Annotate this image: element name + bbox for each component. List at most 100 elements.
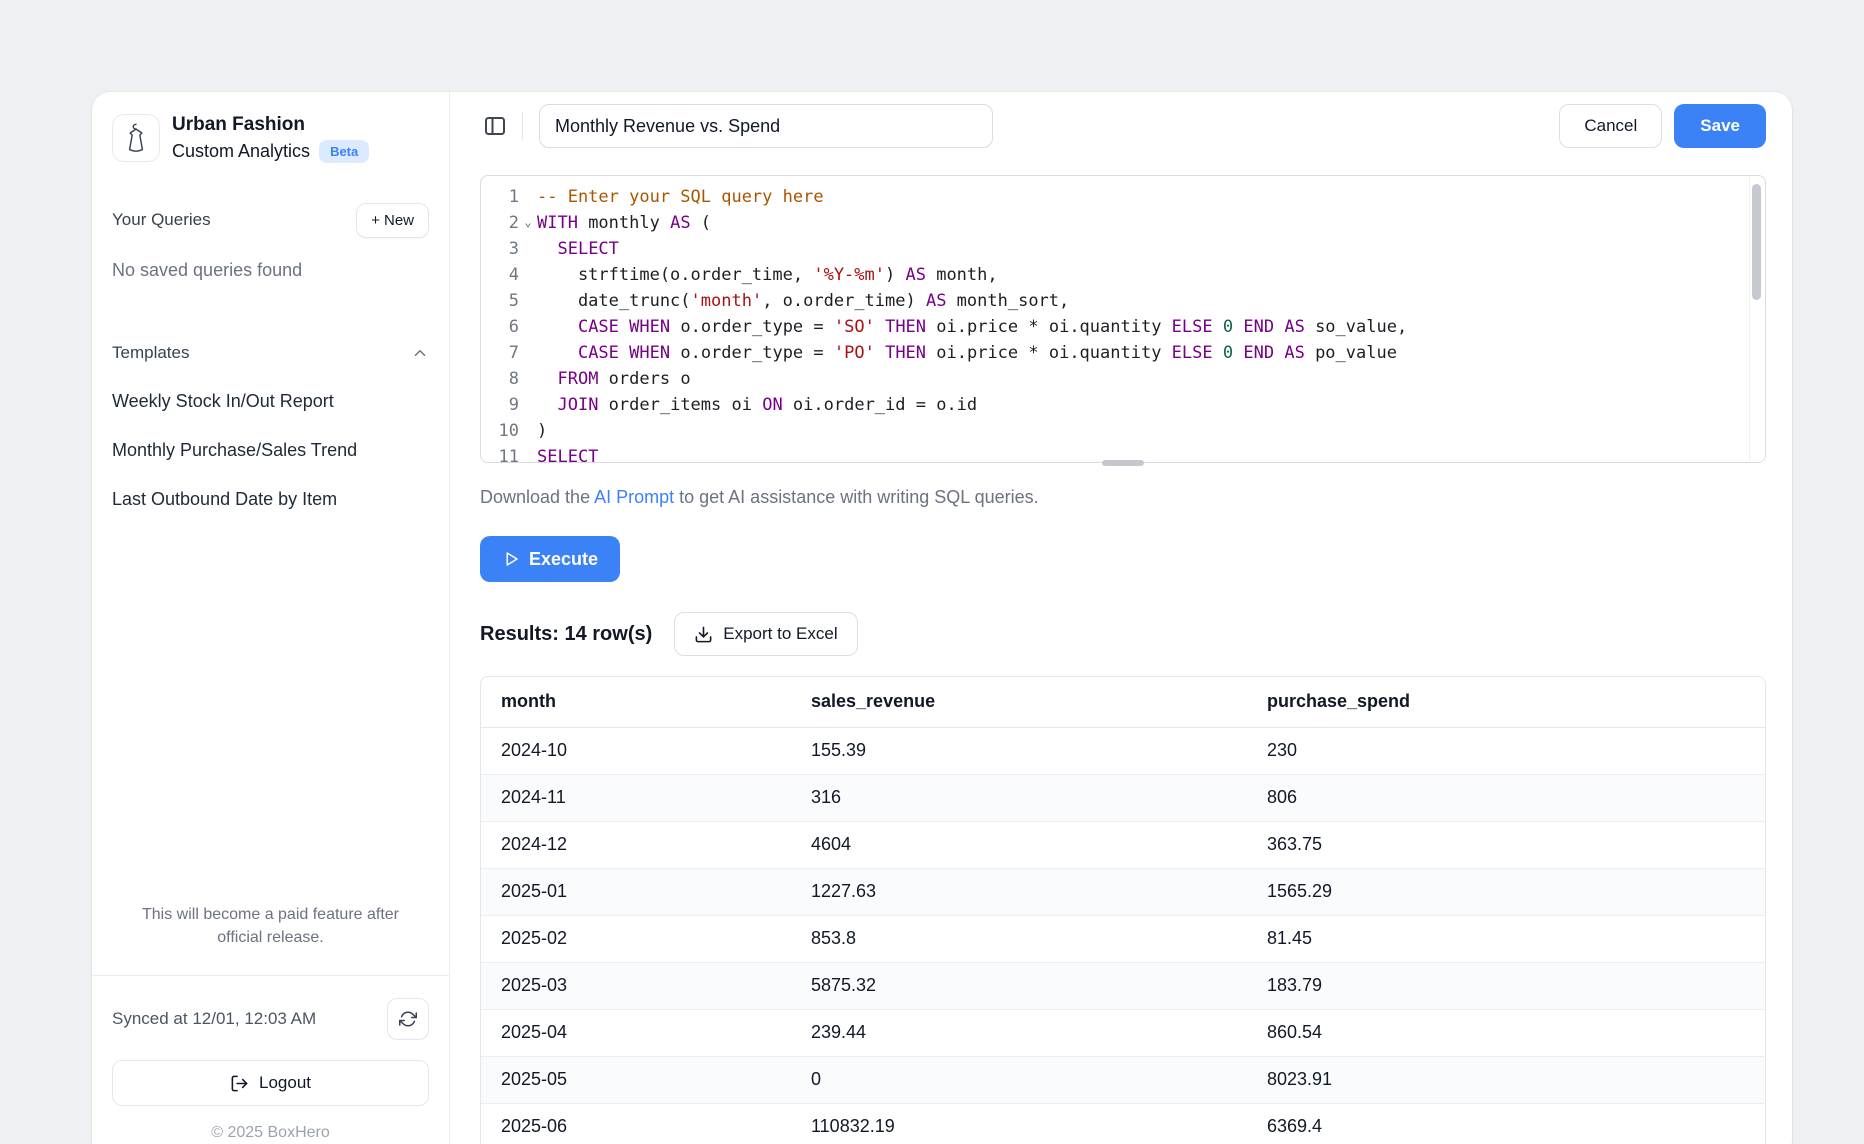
sql-editor-lines: 1-- Enter your SQL query here2⌄WITH mont… [481, 176, 1765, 463]
table-row: 2025-04239.44860.54 [481, 1009, 1765, 1056]
table-cell: 2025-02 [481, 915, 791, 962]
table-cell: 155.39 [791, 727, 1247, 774]
table-cell: 4604 [791, 821, 1247, 868]
line-number: 10 [481, 418, 519, 444]
topbar-divider [522, 112, 523, 140]
code-line: 3 SELECT [481, 236, 1765, 262]
save-button[interactable]: Save [1674, 104, 1766, 148]
export-to-excel-button[interactable]: Export to Excel [674, 612, 857, 656]
line-number: 7 [481, 340, 519, 366]
table-cell: 2025-06 [481, 1103, 791, 1144]
line-number: 4 [481, 262, 519, 288]
column-header: purchase_spend [1247, 677, 1765, 727]
sidebar-divider [92, 975, 449, 976]
table-cell: 2024-10 [481, 727, 791, 774]
templates-header[interactable]: Templates [112, 343, 429, 363]
table-cell: 230 [1247, 727, 1765, 774]
table-cell: 2025-05 [481, 1056, 791, 1103]
sync-status-text: Synced at 12/01, 12:03 AM [112, 1009, 316, 1029]
line-number: 6 [481, 314, 519, 340]
topbar: Cancel Save [480, 104, 1766, 148]
table-row: 2024-11316806 [481, 774, 1765, 821]
query-title-input[interactable] [539, 104, 993, 148]
table-cell: 860.54 [1247, 1009, 1765, 1056]
line-number: 1 [481, 184, 519, 210]
table-cell: 363.75 [1247, 821, 1765, 868]
line-number: 11 [481, 444, 519, 463]
table-cell: 81.45 [1247, 915, 1765, 962]
results-header: Results: 14 row(s) Export to Excel [480, 612, 1766, 656]
refresh-button[interactable] [387, 998, 429, 1040]
logout-icon [230, 1074, 249, 1093]
table-cell: 2025-04 [481, 1009, 791, 1056]
logout-label: Logout [259, 1073, 311, 1093]
table-row: 2025-02853.881.45 [481, 915, 1765, 962]
template-item-monthly-trend[interactable]: Monthly Purchase/Sales Trend [112, 426, 429, 475]
table-row: 2024-10155.39230 [481, 727, 1765, 774]
code-line: 10) [481, 418, 1765, 444]
code-line: 2⌄WITH monthly AS ( [481, 210, 1765, 236]
sidebar: Urban Fashion Custom Analytics Beta Your… [92, 92, 450, 1144]
table-cell: 2025-01 [481, 868, 791, 915]
table-cell: 1565.29 [1247, 868, 1765, 915]
play-icon [502, 550, 520, 568]
table-cell: 239.44 [791, 1009, 1247, 1056]
copyright-text: © 2025 BoxHero [112, 1124, 429, 1142]
sql-editor[interactable]: 1-- Enter your SQL query here2⌄WITH mont… [480, 175, 1766, 463]
app-window: Urban Fashion Custom Analytics Beta Your… [92, 92, 1792, 1144]
results-table: monthsales_revenuepurchase_spend 2024-10… [480, 676, 1766, 1144]
ai-note-prefix: Download the [480, 487, 594, 507]
ai-prompt-link[interactable]: AI Prompt [594, 487, 674, 507]
line-number: 8 [481, 366, 519, 392]
template-item-last-outbound[interactable]: Last Outbound Date by Item [112, 475, 429, 524]
refresh-icon [399, 1010, 417, 1028]
paid-feature-note: This will become a paid feature after of… [140, 903, 402, 949]
cancel-button[interactable]: Cancel [1559, 104, 1662, 148]
editor-scrollbar-thumb[interactable] [1752, 184, 1761, 300]
code-line: 6 CASE WHEN o.order_type = 'SO' THEN oi.… [481, 314, 1765, 340]
ai-note-suffix: to get AI assistance with writing SQL qu… [674, 487, 1039, 507]
line-number: 2 [481, 210, 519, 236]
sidebar-toggle-button[interactable] [480, 111, 510, 141]
code-line: 8 FROM orders o [481, 366, 1765, 392]
code-line: 4 strftime(o.order_time, '%Y-%m') AS mon… [481, 262, 1765, 288]
main-content: Cancel Save 1-- Enter your SQL query her… [450, 92, 1792, 1144]
table-cell: 2025-03 [481, 962, 791, 1009]
panel-toggle-icon [483, 114, 507, 138]
code-line: 9 JOIN order_items oi ON oi.order_id = o… [481, 392, 1765, 418]
logout-button[interactable]: Logout [112, 1060, 429, 1106]
results-table-body: 2024-10155.392302024-113168062024-124604… [481, 727, 1765, 1144]
table-cell: 183.79 [1247, 962, 1765, 1009]
line-number: 5 [481, 288, 519, 314]
chevron-up-icon [411, 344, 429, 362]
brand-logo-icon [112, 114, 160, 162]
download-icon [694, 625, 713, 644]
table-cell: 2024-12 [481, 821, 791, 868]
table-cell: 0 [791, 1056, 1247, 1103]
table-cell: 1227.63 [791, 868, 1247, 915]
brand: Urban Fashion Custom Analytics Beta [112, 114, 429, 163]
template-item-weekly-stock[interactable]: Weekly Stock In/Out Report [112, 377, 429, 426]
code-line: 1-- Enter your SQL query here [481, 184, 1765, 210]
execute-label: Execute [529, 549, 598, 570]
line-number: 3 [481, 236, 519, 262]
fold-chevron-icon[interactable]: ⌄ [519, 210, 537, 236]
execute-button[interactable]: Execute [480, 536, 620, 582]
app-title: Custom Analytics [172, 141, 310, 162]
brand-text: Urban Fashion Custom Analytics Beta [172, 114, 369, 163]
table-cell: 853.8 [791, 915, 1247, 962]
results-count-text: Results: 14 row(s) [480, 623, 652, 646]
table-cell: 8023.91 [1247, 1056, 1765, 1103]
code-line: 7 CASE WHEN o.order_type = 'PO' THEN oi.… [481, 340, 1765, 366]
table-cell: 2024-11 [481, 774, 791, 821]
code-line: 5 date_trunc('month', o.order_time) AS m… [481, 288, 1765, 314]
no-queries-text: No saved queries found [112, 260, 429, 281]
table-cell: 6369.4 [1247, 1103, 1765, 1144]
line-number: 9 [481, 392, 519, 418]
table-cell: 806 [1247, 774, 1765, 821]
beta-badge: Beta [319, 140, 369, 163]
editor-resize-handle[interactable] [1102, 460, 1144, 466]
new-query-button[interactable]: + New [356, 203, 429, 238]
table-row: 2025-011227.631565.29 [481, 868, 1765, 915]
results-table-head-row: monthsales_revenuepurchase_spend [481, 677, 1765, 727]
